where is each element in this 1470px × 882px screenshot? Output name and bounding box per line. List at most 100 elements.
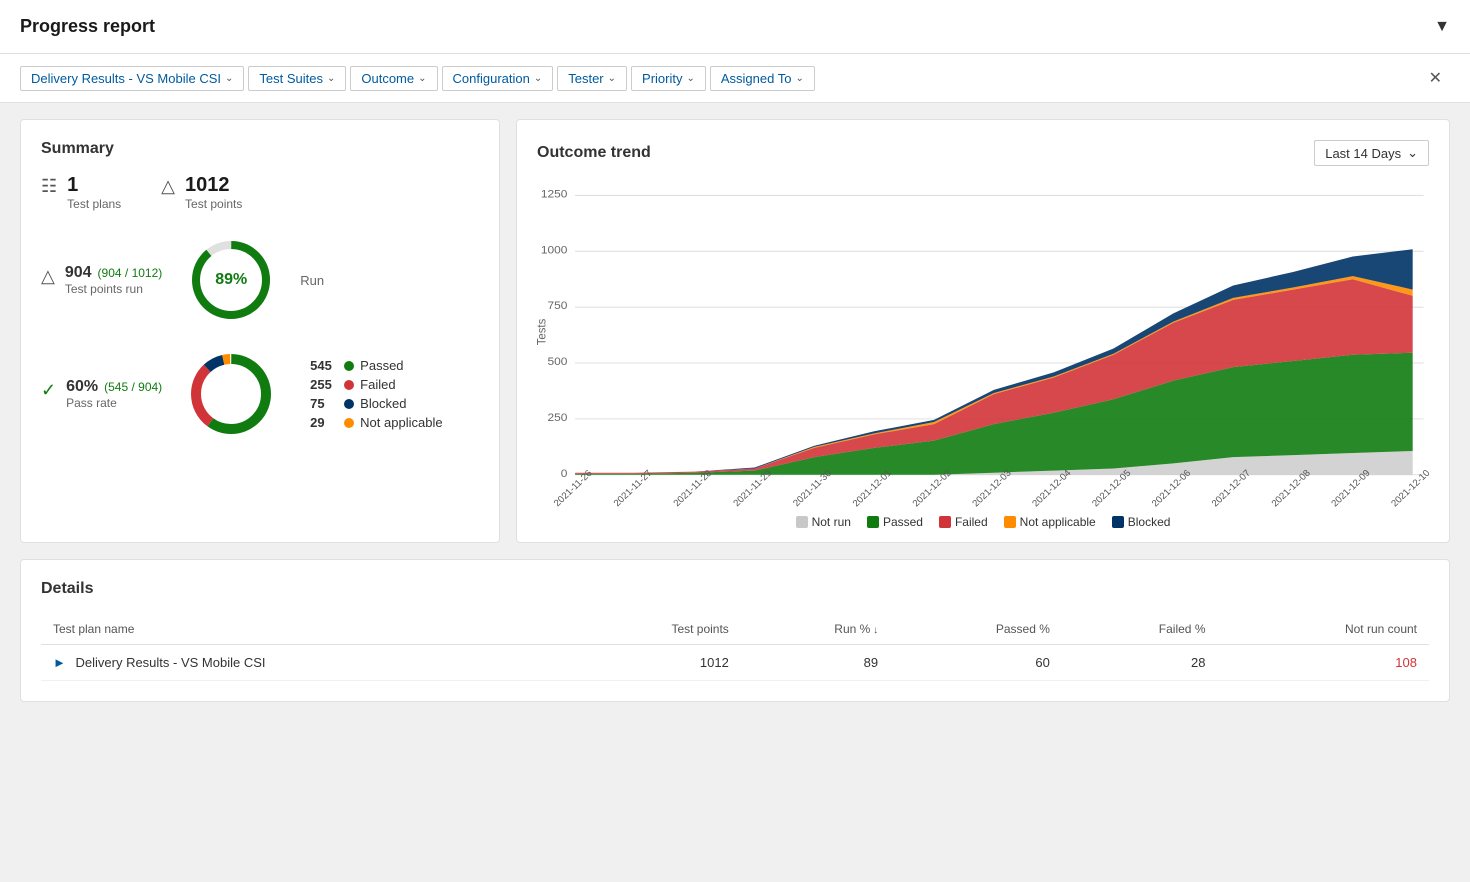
legend-failed-count: 255 — [310, 377, 338, 392]
test-plans-label: Test plans — [67, 197, 121, 211]
details-table: Test plan name Test points Run % Passed … — [41, 614, 1429, 681]
legend-failed-label: Failed — [360, 377, 395, 392]
failed-pct-cell: 28 — [1062, 645, 1218, 681]
legend-blocked-label: Blocked — [360, 396, 406, 411]
chart-legend-failed-label: Failed — [955, 515, 988, 529]
chevron-down-icon: ⌄ — [608, 73, 616, 84]
passed-dot — [344, 361, 354, 371]
svg-text:1000: 1000 — [541, 244, 568, 257]
expand-icon[interactable]: ► — [53, 655, 66, 670]
details-header-row: Test plan name Test points Run % Passed … — [41, 614, 1429, 645]
date-range-label: Last 14 Days — [1325, 146, 1401, 161]
legend-passed: 545 Passed — [310, 358, 442, 373]
chart-legend-passed: Passed — [867, 515, 923, 529]
svg-text:750: 750 — [548, 299, 568, 312]
run-donut: 89% — [186, 235, 276, 325]
pass-rate-info: ✓ 60% (545 / 904) Pass rate — [41, 378, 162, 410]
close-icon[interactable]: ✕ — [1421, 64, 1450, 92]
outcome-trend-header: Outcome trend Last 14 Days ⌄ — [537, 140, 1429, 166]
passed-color — [867, 516, 879, 528]
filter-test-suites-label: Test Suites — [259, 71, 323, 86]
filter-icon[interactable]: ▼ — [1434, 18, 1450, 36]
checkmark-icon: ✓ — [41, 380, 56, 401]
date-range-picker[interactable]: Last 14 Days ⌄ — [1314, 140, 1429, 166]
legend-blocked: 75 Blocked — [310, 396, 442, 411]
test-plans-count: 1 — [67, 174, 121, 197]
chart-area: 0 250 500 750 1000 1250 Tests — [537, 182, 1429, 522]
legend-not-applicable-label: Not applicable — [360, 415, 442, 430]
legend-passed-count: 545 — [310, 358, 338, 373]
svg-text:2021-11-26: 2021-11-26 — [552, 468, 595, 509]
filter-outcome[interactable]: Outcome ⌄ — [350, 66, 437, 91]
svg-text:250: 250 — [548, 411, 568, 424]
filter-priority-label: Priority — [642, 71, 682, 86]
chevron-down-icon: ⌄ — [795, 73, 803, 84]
plan-name-cell: ► Delivery Results - VS Mobile CSI — [41, 645, 562, 681]
test-points-run-label: Test points run — [65, 282, 162, 296]
not-run-color — [796, 516, 808, 528]
filter-priority[interactable]: Priority ⌄ — [631, 66, 706, 91]
filter-assigned-to-label: Assigned To — [721, 71, 792, 86]
chart-legend-not-run-label: Not run — [812, 515, 851, 529]
test-points-count: 1012 — [185, 174, 242, 197]
not-run-count-cell: 108 — [1217, 645, 1429, 681]
plan-name: Delivery Results - VS Mobile CSI — [76, 655, 266, 670]
pass-rate-legend: 545 Passed 255 Failed 75 Blocked — [310, 358, 442, 430]
filter-configuration[interactable]: Configuration ⌄ — [442, 66, 554, 91]
outcome-trend-panel: Outcome trend Last 14 Days ⌄ 0 250 500 7… — [516, 119, 1450, 543]
run-tag: Run — [300, 273, 324, 288]
filter-tester[interactable]: Tester ⌄ — [557, 66, 627, 91]
filter-assigned-to[interactable]: Assigned To ⌄ — [710, 66, 815, 91]
pass-rate-sub: (545 / 904) — [104, 380, 162, 394]
outcome-chart-svg: 0 250 500 750 1000 1250 Tests — [537, 182, 1429, 482]
chart-legend-blocked-label: Blocked — [1128, 515, 1171, 529]
chevron-down-icon: ⌄ — [327, 73, 335, 84]
filter-delivery-results-label: Delivery Results - VS Mobile CSI — [31, 71, 221, 86]
details-table-header: Test plan name Test points Run % Passed … — [41, 614, 1429, 645]
blocked-color — [1112, 516, 1124, 528]
test-points-icon: △ — [161, 176, 175, 197]
not-applicable-dot — [344, 418, 354, 428]
details-panel: Details Test plan name Test points Run %… — [20, 559, 1450, 702]
test-points-run-count: 904 — [65, 264, 92, 282]
chart-legend-not-run: Not run — [796, 515, 851, 529]
col-run-pct[interactable]: Run % — [741, 614, 890, 645]
chart-legend-failed: Failed — [939, 515, 988, 529]
test-plans-icon: ☷ — [41, 176, 57, 197]
chevron-down-icon: ⌄ — [686, 73, 694, 84]
col-test-plan-name: Test plan name — [41, 614, 562, 645]
not-applicable-color — [1004, 516, 1016, 528]
chart-legend-not-applicable-label: Not applicable — [1020, 515, 1096, 529]
chevron-down-icon: ⌄ — [225, 73, 233, 84]
pass-rate-donut-svg — [186, 349, 276, 439]
col-not-run-count: Not run count — [1217, 614, 1429, 645]
outcome-trend-title: Outcome trend — [537, 144, 651, 162]
legend-failed: 255 Failed — [310, 377, 442, 392]
failed-dot — [344, 380, 354, 390]
summary-panel: Summary ☷ 1 Test plans △ 1012 Test point… — [20, 119, 500, 543]
summary-stats-row: ☷ 1 Test plans △ 1012 Test points — [41, 174, 479, 211]
run-percent-text: 89% — [215, 271, 247, 289]
filter-delivery-results[interactable]: Delivery Results - VS Mobile CSI ⌄ — [20, 66, 244, 91]
run-icon: △ — [41, 266, 55, 287]
legend-blocked-count: 75 — [310, 396, 338, 411]
test-points-run-info: △ 904 (904 / 1012) Test points run — [41, 264, 162, 296]
run-pct-cell: 89 — [741, 645, 890, 681]
pass-rate-label: Pass rate — [66, 396, 162, 410]
details-title: Details — [41, 580, 1429, 598]
page-header: Progress report ▼ — [0, 0, 1470, 54]
filter-configuration-label: Configuration — [453, 71, 530, 86]
col-passed-pct: Passed % — [890, 614, 1062, 645]
passed-pct-cell: 60 — [890, 645, 1062, 681]
summary-title: Summary — [41, 140, 479, 158]
failed-color — [939, 516, 951, 528]
legend-passed-label: Passed — [360, 358, 403, 373]
filter-tester-label: Tester — [568, 71, 603, 86]
chart-legend: Not run Passed Failed Not applicable — [537, 515, 1429, 529]
test-points-run-sub: (904 / 1012) — [98, 266, 163, 280]
top-row: Summary ☷ 1 Test plans △ 1012 Test point… — [20, 119, 1450, 543]
legend-not-applicable-count: 29 — [310, 415, 338, 430]
chevron-down-icon: ⌄ — [1407, 145, 1418, 161]
details-table-body: ► Delivery Results - VS Mobile CSI 1012 … — [41, 645, 1429, 681]
filter-test-suites[interactable]: Test Suites ⌄ — [248, 66, 346, 91]
